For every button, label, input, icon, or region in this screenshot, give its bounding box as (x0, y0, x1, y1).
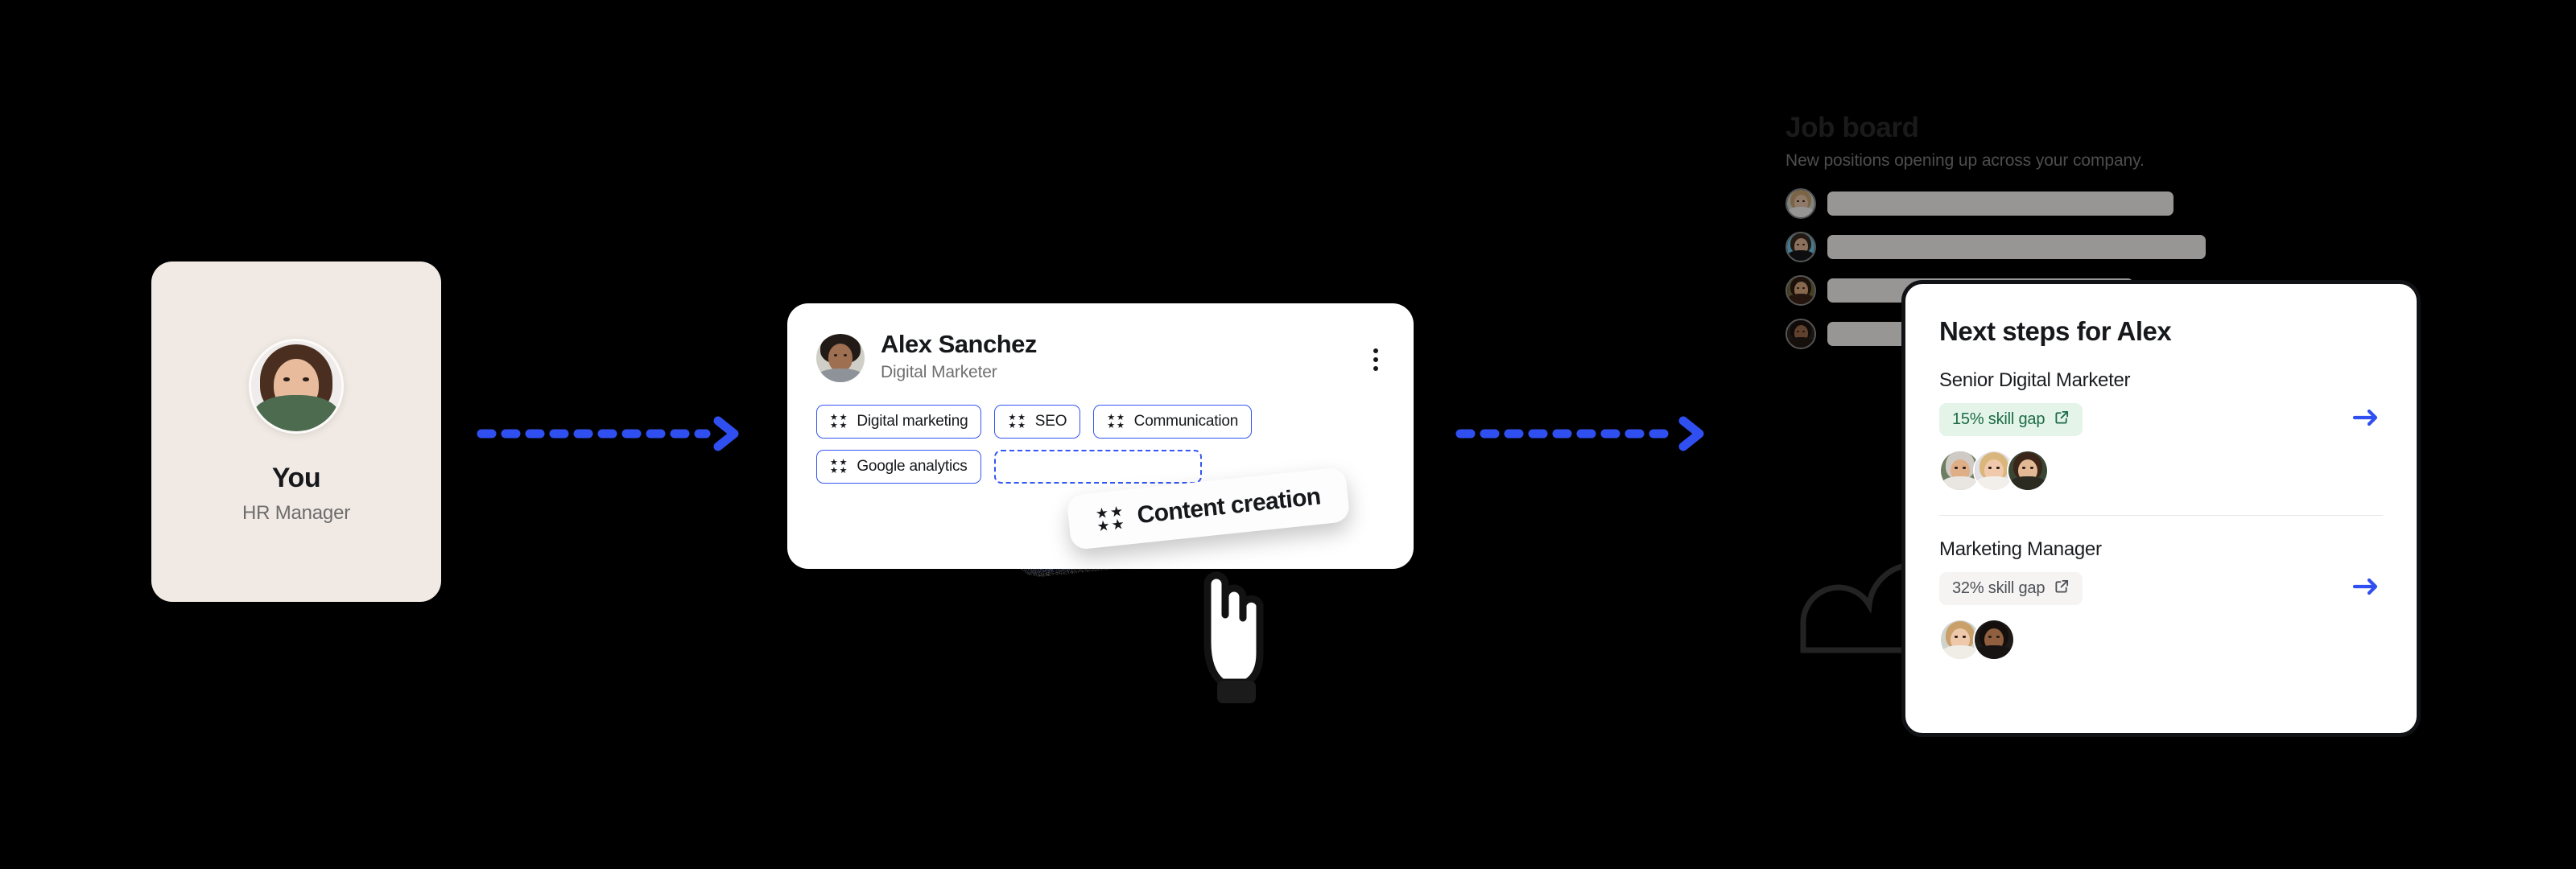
avatar (2007, 450, 2049, 492)
avatar (1973, 619, 2015, 661)
canvas: Job board New positions opening up acros… (0, 0, 2576, 869)
avatar-group (1939, 450, 2383, 492)
list-item[interactable] (1785, 187, 2285, 219)
you-profile-card[interactable]: You HR Manager (151, 262, 441, 602)
avatar (1785, 318, 1816, 349)
avatar-group (1939, 619, 2383, 661)
next-step-role: Marketing Manager (1939, 538, 2102, 560)
skill-drop-slot[interactable] (993, 450, 1202, 484)
placeholder-bar (1827, 234, 2206, 259)
alex-identity: Alex Sanchez Digital Marketer (881, 330, 1037, 382)
next-step-item: Senior Digital Marketer 15% skill gap (1939, 369, 2383, 516)
sparkle-stars-icon: ★ ★ ★ ★ (1107, 412, 1125, 430)
avatar (1785, 274, 1816, 306)
next-step-item: Marketing Manager 32% skill gap (1939, 538, 2383, 661)
sparkle-stars-icon: ★ ★ ★ ★ (830, 412, 848, 430)
arrow-right-icon[interactable] (2352, 576, 2380, 601)
skill-gap-label: 32% skill gap (1952, 579, 2046, 597)
sparkle-stars-icon: ★ ★ ★ ★ (830, 457, 848, 476)
alex-role: Digital Marketer (881, 362, 997, 381)
job-board-title: Job board (1785, 112, 1919, 143)
avatar (1785, 231, 1816, 262)
you-role-label: HR Manager (242, 502, 351, 524)
hand-pointer-cursor (1190, 555, 1274, 709)
external-link-icon (2054, 579, 2070, 599)
avatar-alex (816, 334, 865, 382)
kebab-menu-icon[interactable] (1368, 344, 1383, 376)
skill-chip-label: Digital marketing (857, 413, 968, 430)
next-step-role: Senior Digital Marketer (1939, 369, 2131, 391)
placeholder-bar (1827, 191, 2174, 216)
list-item[interactable] (1785, 231, 2285, 262)
sparkle-stars-icon: ★ ★ ★ ★ (1008, 412, 1026, 430)
job-board-subtitle: New positions opening up across your com… (1785, 150, 2145, 170)
alex-card-header: Alex Sanchez Digital Marketer (816, 330, 1385, 382)
arrow-right-icon[interactable] (2352, 407, 2380, 432)
status-badge[interactable]: 32% skill gap (1939, 572, 2083, 605)
skill-chip[interactable]: ★ ★ ★ ★ SEO (994, 405, 1081, 439)
avatar-you (249, 339, 344, 434)
skill-chip[interactable]: ★ ★ ★ ★ Communication (1093, 405, 1253, 439)
divider (1939, 515, 2383, 516)
next-steps-card[interactable]: Next steps for Alex Senior Digital Marke… (1901, 280, 2421, 737)
dashed-arrow-right (1455, 415, 1713, 456)
external-link-icon (2054, 410, 2070, 430)
skill-chip-label: SEO (1034, 413, 1067, 430)
skill-chip[interactable]: ★ ★ ★ ★ Google analytics (816, 450, 981, 484)
dragging-skill-label: Content creation (1135, 483, 1322, 529)
next-steps-title: Next steps for Alex (1939, 316, 2172, 346)
alex-name: Alex Sanchez (881, 330, 1037, 358)
skill-chip-label: Communication (1133, 413, 1239, 430)
page-title: You (271, 463, 321, 493)
dashed-arrow-right (477, 415, 750, 456)
avatar (1785, 187, 1816, 219)
skill-gap-label: 15% skill gap (1952, 410, 2046, 428)
skill-chip[interactable]: ★ ★ ★ ★ Digital marketing (816, 405, 982, 439)
skill-chip-label: Google analytics (857, 458, 968, 475)
status-badge[interactable]: 15% skill gap (1939, 403, 2083, 436)
sparkle-stars-icon: ★ ★ ★ ★ (1094, 502, 1125, 535)
